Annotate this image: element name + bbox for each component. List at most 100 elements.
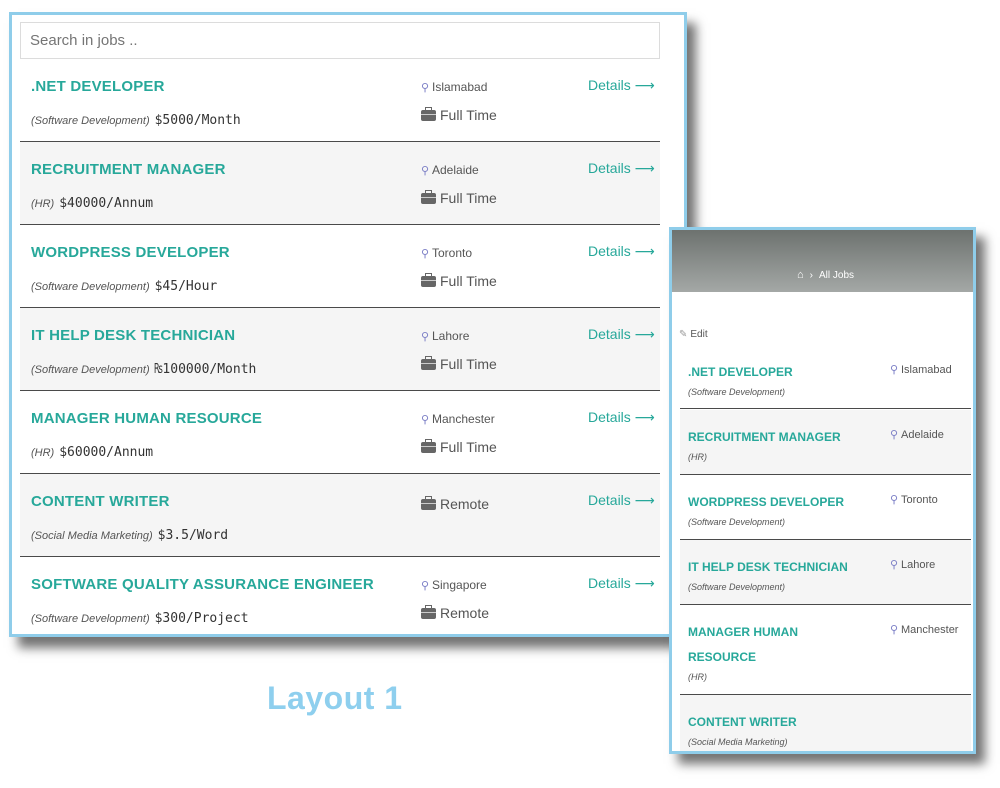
job-title[interactable]: RECRUITMENT MANAGER [688, 425, 878, 450]
job-location: ⚲ Singapore [421, 578, 487, 592]
job-salary: $3.5/Word [157, 528, 229, 543]
page-header-banner: ⌂ › All Jobs [672, 230, 973, 292]
chevron-right-icon: › [809, 270, 813, 281]
job-category: (HR) $40000/Annum [31, 196, 154, 211]
job-type: Remote [421, 496, 489, 512]
job-category: (HR) [688, 672, 707, 682]
job-location: ⚲ Toronto [890, 494, 938, 506]
job-type: Full Time [421, 356, 497, 372]
map-pin-icon: ⚲ [421, 248, 430, 260]
job-row: WORDPRESS DEVELOPER (Software Developmen… [20, 225, 660, 308]
layout1-job-list-panel: .NET DEVELOPER (Software Development)$50… [9, 12, 687, 637]
search-input[interactable] [20, 22, 660, 59]
job-type: Full Time [421, 439, 497, 455]
breadcrumb: ⌂ › All Jobs [797, 269, 854, 281]
job-title[interactable]: MANAGER HUMAN RESOURCE [31, 410, 262, 427]
job-row: CONTENT WRITER (Social Media Marketing) [680, 695, 971, 751]
job-type: Full Time [421, 190, 497, 206]
job-row: SOFTWARE QUALITY ASSURANCE ENGINEER (Sof… [20, 557, 660, 634]
job-category: (Software Development) [688, 517, 786, 527]
map-pin-icon: ⚲ [421, 580, 430, 592]
edit-icon: ✎ [679, 329, 688, 340]
job-row: IT HELP DESK TECHNICIAN (Software Develo… [20, 308, 660, 391]
job-category: (Software Development) $45/Hour [31, 279, 218, 294]
layout-label: Layout 1 [267, 680, 403, 716]
briefcase-icon [421, 107, 436, 121]
map-pin-icon: ⚲ [890, 429, 899, 441]
job-category: (Software Development) $300/Project [31, 611, 249, 626]
job-location: ⚲ Adelaide [890, 429, 944, 441]
job-location: ⚲ Adelaide [421, 163, 479, 177]
map-pin-icon: ⚲ [421, 82, 430, 94]
map-pin-icon: ⚲ [421, 331, 430, 343]
job-salary: $40000/Annum [59, 196, 154, 211]
job-row: .NET DEVELOPER (Software Development) ⚲ I… [680, 345, 971, 409]
map-pin-icon: ⚲ [890, 559, 899, 571]
details-link[interactable]: Details ⟶ [588, 575, 655, 592]
job-salary: ₨100000/Month [154, 362, 257, 377]
map-pin-icon: ⚲ [890, 494, 899, 506]
job-title[interactable]: IT HELP DESK TECHNICIAN [688, 555, 878, 580]
job-title[interactable]: CONTENT WRITER [31, 493, 170, 510]
job-row: RECRUITMENT MANAGER (HR) ⚲ Adelaide [680, 410, 971, 475]
details-link[interactable]: Details ⟶ [588, 160, 655, 177]
job-salary: $5000/Month [154, 113, 241, 128]
job-type: Full Time [421, 273, 497, 289]
job-category: (HR) [688, 452, 707, 462]
job-category: (Social Media Marketing) $3.5/Word [31, 528, 229, 543]
job-category: (Software Development) $5000/Month [31, 113, 241, 128]
job-title[interactable]: .NET DEVELOPER [688, 360, 878, 385]
job-type: Full Time [421, 107, 497, 123]
job-location: ⚲ Islamabad [890, 364, 952, 376]
briefcase-icon [421, 439, 436, 453]
job-row: MANAGER HUMAN RESOURCE (HR) $60000/Annum … [20, 391, 660, 474]
job-row: CONTENT WRITER (Social Media Marketing) $… [20, 474, 660, 557]
job-title[interactable]: WORDPRESS DEVELOPER [688, 490, 878, 515]
job-category: (Social Media Marketing) [688, 737, 788, 747]
job-location: ⚲ Lahore [890, 559, 936, 571]
job-title[interactable]: WORDPRESS DEVELOPER [31, 244, 230, 261]
map-pin-icon: ⚲ [421, 165, 430, 177]
job-location: ⚲ Manchester [421, 412, 495, 426]
job-title[interactable]: MANAGER HUMAN RESOURCE [688, 620, 828, 670]
details-link[interactable]: Details ⟶ [588, 77, 655, 94]
job-location: ⚲ Manchester [890, 624, 959, 636]
briefcase-icon [421, 190, 436, 204]
map-pin-icon: ⚲ [890, 624, 899, 636]
briefcase-icon [421, 273, 436, 287]
job-location: ⚲ Toronto [421, 246, 473, 260]
job-location: ⚲ Lahore [421, 329, 470, 343]
job-category: (Software Development) [688, 582, 786, 592]
briefcase-icon [421, 605, 436, 619]
job-row: .NET DEVELOPER (Software Development) $50… [20, 59, 660, 142]
briefcase-icon [421, 356, 436, 370]
details-link[interactable]: Details ⟶ [588, 326, 655, 343]
job-category: (Software Development) ₨100000/Month [31, 362, 257, 377]
job-row: WORDPRESS DEVELOPER (Software Developmen… [680, 475, 971, 540]
job-row: IT HELP DESK TECHNICIAN (Software Develo… [680, 540, 971, 605]
job-title[interactable]: SOFTWARE QUALITY ASSURANCE ENGINEER [31, 576, 374, 593]
job-salary: $60000/Annum [59, 445, 154, 460]
job-title[interactable]: RECRUITMENT MANAGER [31, 161, 226, 178]
details-link[interactable]: Details ⟶ [588, 409, 655, 426]
job-category: (HR) $60000/Annum [31, 445, 154, 460]
home-icon[interactable]: ⌂ [797, 269, 804, 281]
job-title[interactable]: .NET DEVELOPER [31, 78, 165, 95]
map-pin-icon: ⚲ [890, 364, 899, 376]
edit-link[interactable]: ✎ Edit [679, 329, 708, 340]
job-row: RECRUITMENT MANAGER (HR) $40000/Annum ⚲ Ad… [20, 142, 660, 225]
job-category: (Software Development) [688, 387, 786, 397]
job-location: ⚲ Islamabad [421, 80, 488, 94]
map-pin-icon: ⚲ [421, 414, 430, 426]
breadcrumb-current[interactable]: All Jobs [819, 270, 854, 281]
job-title[interactable]: CONTENT WRITER [688, 710, 878, 735]
job-salary: $45/Hour [154, 279, 218, 294]
briefcase-icon [421, 496, 436, 510]
job-type: Remote [421, 605, 489, 621]
details-link[interactable]: Details ⟶ [588, 492, 655, 509]
layout2-job-list-panel: ⌂ › All Jobs ✎ Edit .NET DEVELOPER (Softwar… [669, 227, 976, 754]
job-title[interactable]: IT HELP DESK TECHNICIAN [31, 327, 235, 344]
details-link[interactable]: Details ⟶ [588, 243, 655, 260]
job-row: MANAGER HUMAN RESOURCE (HR) ⚲ Manchester [680, 605, 971, 695]
job-salary: $300/Project [154, 611, 249, 626]
